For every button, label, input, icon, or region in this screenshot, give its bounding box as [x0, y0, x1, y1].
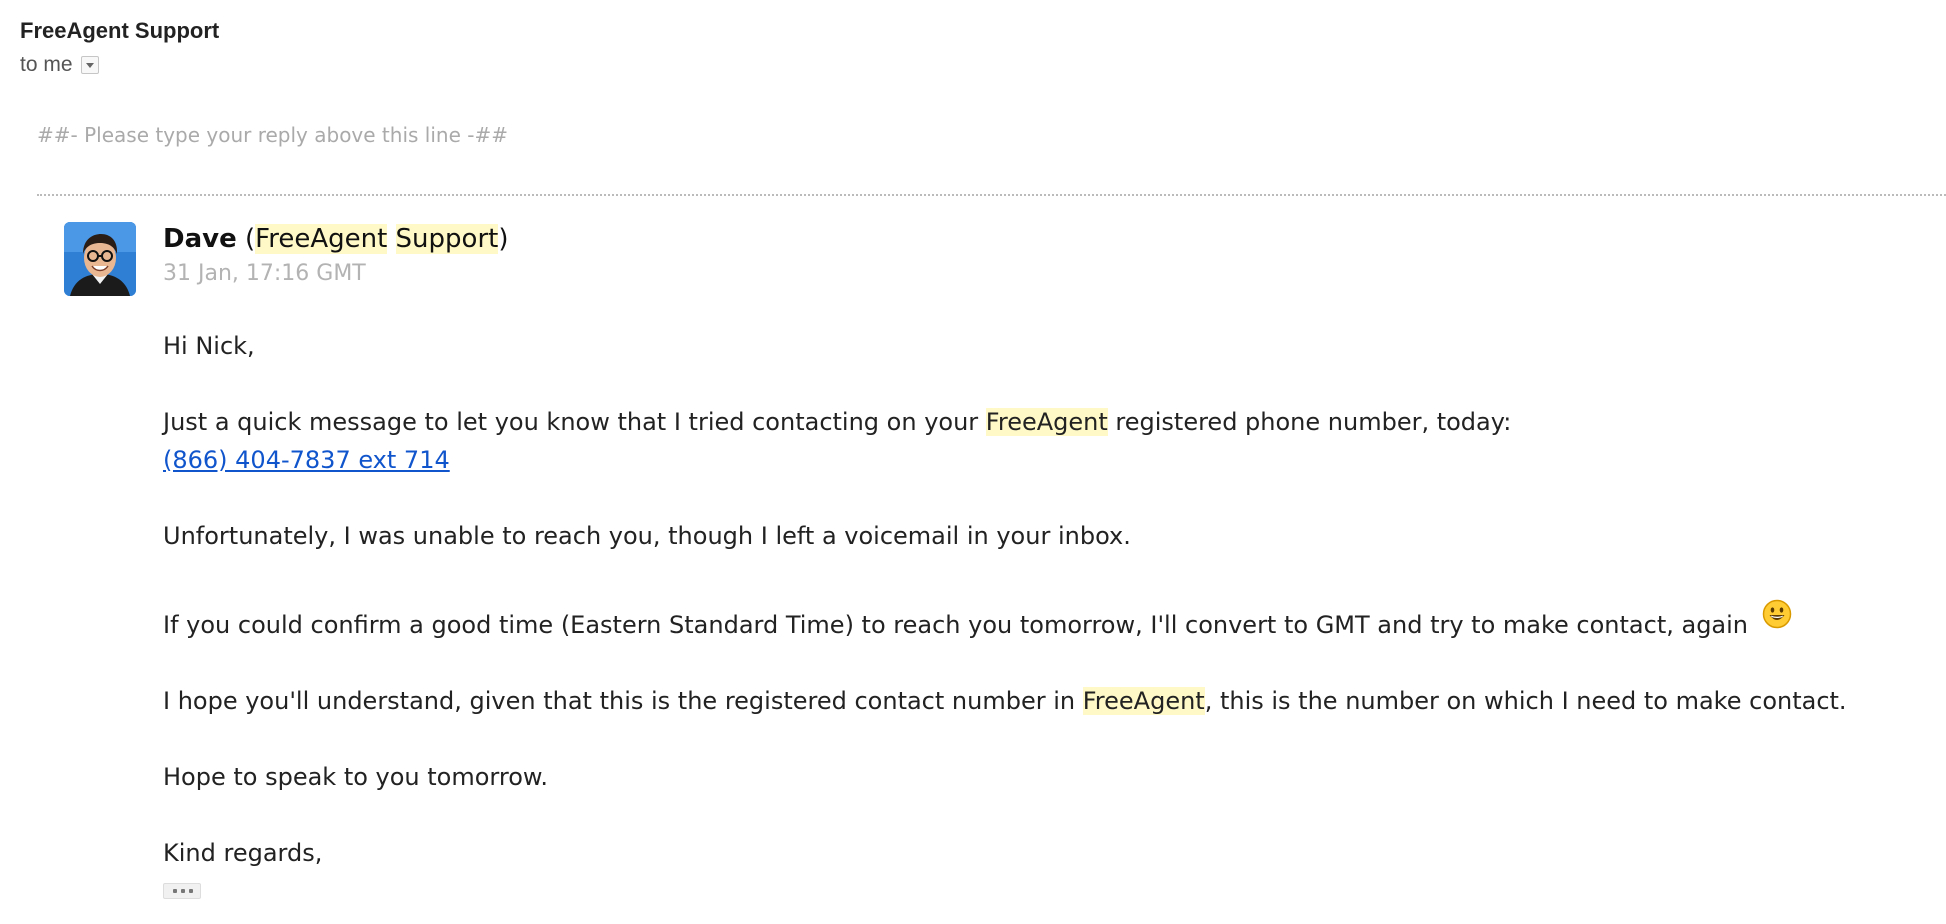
ellipsis-icon [173, 889, 177, 893]
paragraph-text: If you could confirm a good time (Easter… [163, 611, 1749, 639]
org-name-highlight: FreeAgent [255, 224, 388, 254]
message-timestamp: 31 Jan, 17:16 GMT [163, 261, 366, 286]
highlight-freeagent: FreeAgent [1082, 687, 1205, 715]
paragraph-text: Just a quick message to let you know tha… [163, 408, 986, 436]
recipient-line: to me [20, 53, 219, 77]
show-trimmed-content-button[interactable] [163, 883, 201, 899]
paragraph-voicemail: Unfortunately, I was unable to reach you… [163, 522, 1131, 550]
avatar [64, 222, 136, 296]
paragraph-closing: Hope to speak to you tomorrow. [163, 763, 548, 791]
phone-number-link[interactable]: (866) 404-7837 ext 714 [163, 446, 450, 474]
recipient-label: to me [20, 53, 73, 76]
avatar-photo-icon [64, 222, 136, 296]
greeting: Hi Nick, [163, 332, 255, 360]
message-body: Hi Nick, Just a quick message to let you… [163, 327, 1933, 910]
paragraph-contact-attempt: Just a quick message to let you know tha… [163, 403, 1933, 441]
author-line: Dave (FreeAgent Support) [163, 222, 508, 256]
paragraph-text: I hope you'll understand, given that thi… [163, 687, 1083, 715]
author-name: Dave [163, 224, 237, 254]
org-open-paren: ( [244, 224, 256, 254]
message-meta: Dave (FreeAgent Support) 31 Jan, 17:16 G… [163, 222, 508, 289]
org-close-paren: ) [498, 224, 509, 254]
ellipsis-dot [181, 889, 185, 893]
email-header: FreeAgent Support to me [20, 16, 219, 77]
org-name-highlight: Support [395, 224, 499, 254]
paragraph-confirm-time: If you could confirm a good time (Easter… [163, 599, 1933, 644]
sender-name[interactable]: FreeAgent Support [20, 16, 219, 46]
divider [37, 194, 1946, 196]
smiley-icon [1762, 599, 1792, 629]
reply-above-line-marker: ##- Please type your reply above this li… [37, 123, 508, 147]
highlight-freeagent: FreeAgent [985, 408, 1108, 436]
paragraph-registered-number: I hope you'll understand, given that thi… [163, 682, 1933, 720]
show-details-button[interactable] [80, 56, 99, 74]
paragraph-text: registered phone number, today: [1107, 408, 1512, 436]
paragraph-text: , this is the number on which I need to … [1204, 687, 1847, 715]
phone-line: (866) 404-7837 ext 714 [163, 441, 1933, 479]
ellipsis-dot [189, 889, 193, 893]
signoff: Kind regards, [163, 839, 323, 867]
